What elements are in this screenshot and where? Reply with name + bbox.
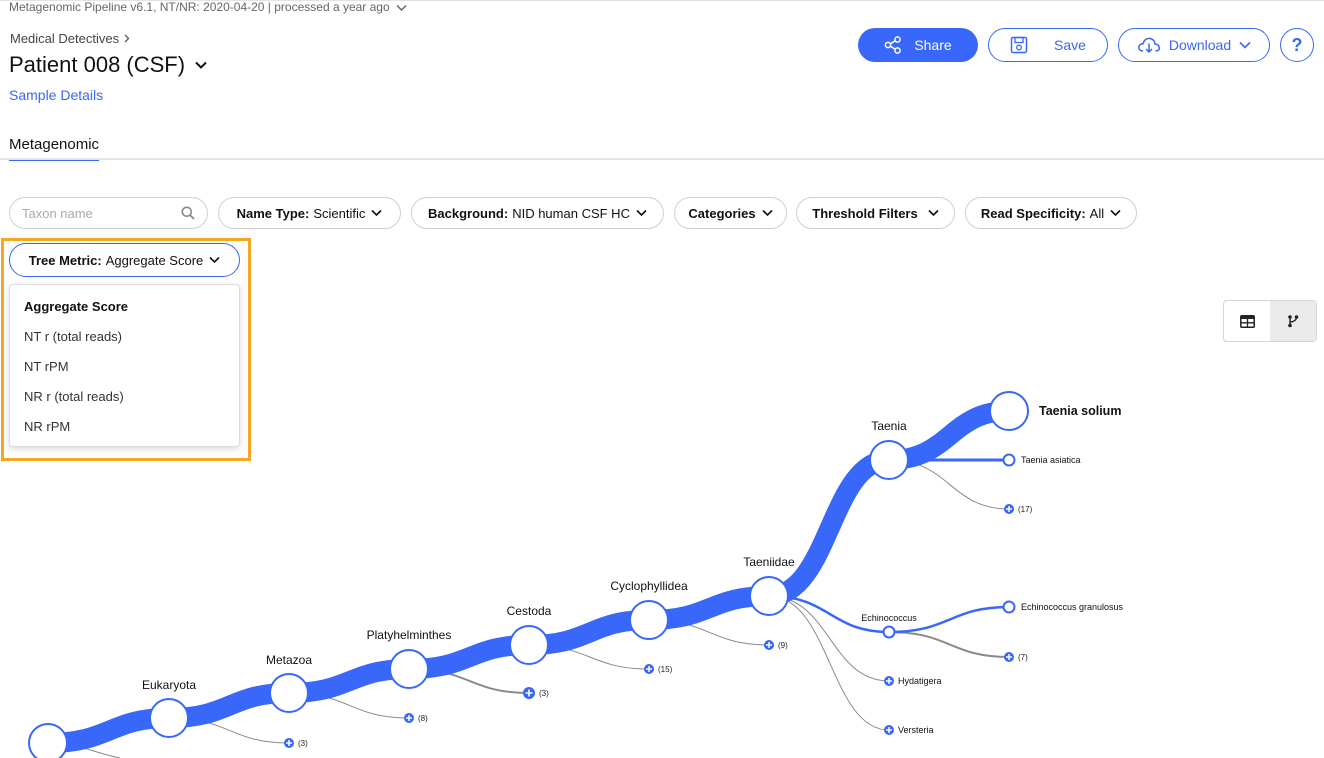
node-label-metazoa: Metazoa [266,653,312,667]
node-label-echinococcus: Echinococcus [861,613,917,623]
node-label-cyclophyllidea: Cyclophyllidea [610,579,688,593]
taxonomy-tree: Eukaryota Metazoa Platyhelminthes Cestod… [28,391,1124,758]
tree-node-taenia-asiatica[interactable] [1002,453,1016,467]
node-label-cestoda: Cestoda [507,604,552,618]
node-label-taeniidae: Taeniidae [743,555,795,569]
tree-link [768,595,890,682]
tree-node-taenia-solium[interactable] [989,391,1029,431]
node-label-echinococcus-granulosus: Echinococcus granulosus [1021,602,1124,612]
node-label-taenia: Taenia [871,419,907,433]
collapsed-count: (8) [418,714,428,723]
collapsed-count: (7) [1018,653,1028,662]
expand-plus-icon[interactable] [1004,652,1014,662]
expand-plus-icon[interactable] [764,640,774,650]
expand-plus-icon[interactable] [1004,504,1014,514]
node-label-taenia-asiatica: Taenia asiatica [1021,455,1081,465]
tree-node-cyclophyllidea[interactable] [629,600,669,640]
expand-plus-icon[interactable] [284,738,294,748]
tree-node-echinococcus-granulosus[interactable] [1002,600,1016,614]
tree-node-eukaryota[interactable] [149,698,189,738]
collapsed-count: (3) [298,739,308,748]
expand-plus-icon[interactable] [404,713,414,723]
expand-plus-icon[interactable] [884,676,894,686]
tree-link [888,631,1010,658]
node-label-versteria: Versteria [898,725,934,735]
tree-node-echinococcus[interactable] [882,625,896,639]
tree-main-branch [767,401,1010,606]
node-label-hydatigera: Hydatigera [898,676,942,686]
node-label-taenia-solium: Taenia solium [1039,404,1121,418]
tree-node-cestoda[interactable] [509,625,549,665]
node-label-platyhelminthes: Platyhelminthes [367,628,452,642]
tree-node-metazoa[interactable] [269,673,309,713]
collapsed-count: (15) [658,665,673,674]
expand-plus-icon[interactable] [644,664,654,674]
collapsed-count: (17) [1018,505,1033,514]
collapsed-count: (9) [778,641,788,650]
tree-node-platyhelminthes[interactable] [389,649,429,689]
tree-node-taenia[interactable] [869,440,909,480]
collapsed-count: (3) [539,689,549,698]
node-label-eukaryota: Eukaryota [142,678,196,692]
tree-node-taeniidae[interactable] [749,576,789,616]
expand-plus-icon[interactable] [523,687,535,699]
tree-node-root[interactable] [28,723,68,758]
expand-plus-icon[interactable] [884,725,894,735]
